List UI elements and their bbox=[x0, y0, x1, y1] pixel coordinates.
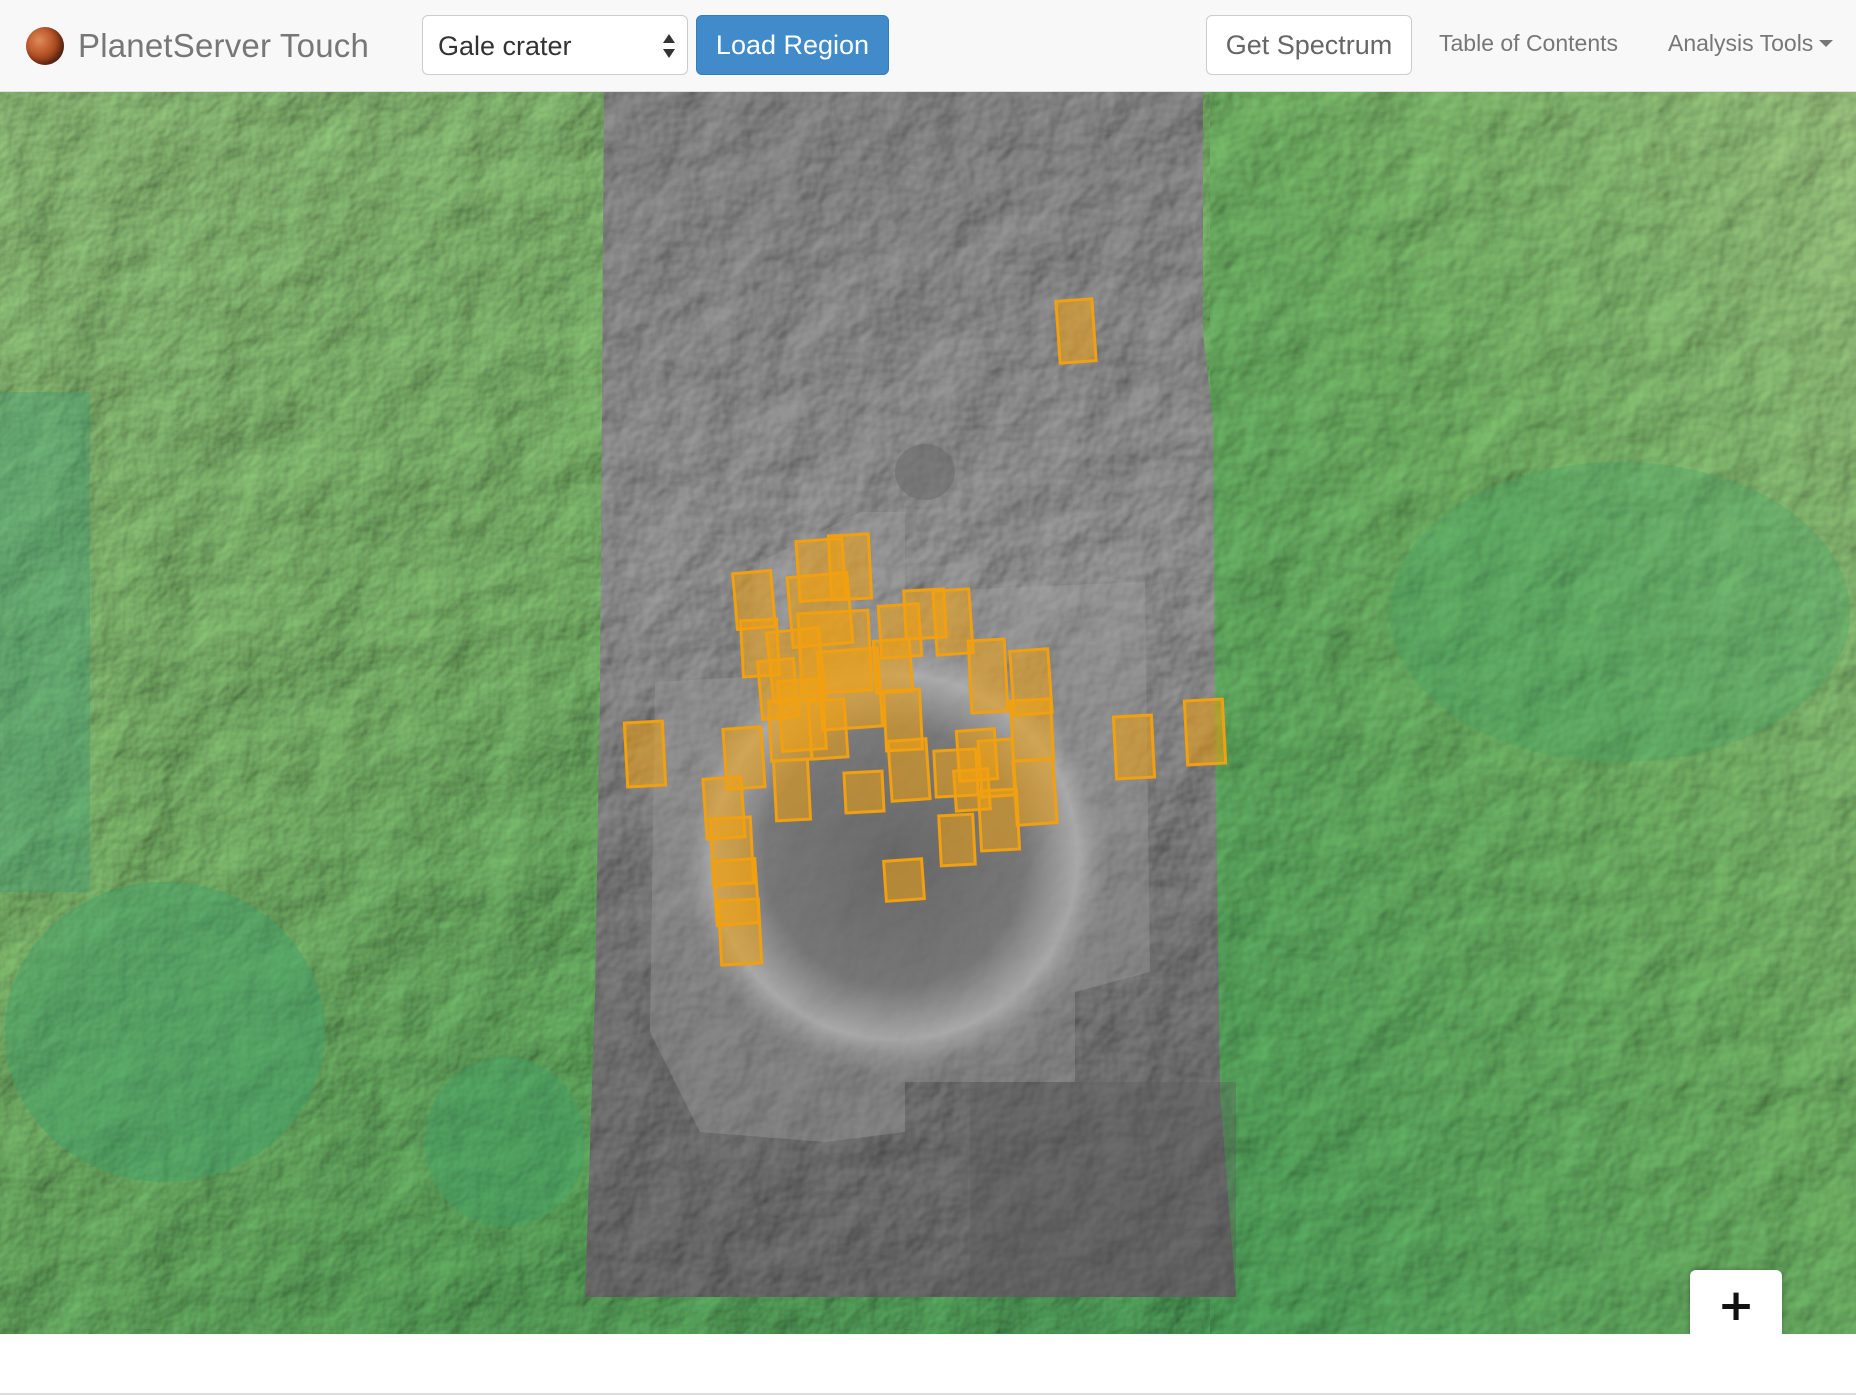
observation-footprint[interactable] bbox=[937, 812, 977, 868]
observation-footprint[interactable] bbox=[882, 857, 926, 903]
observation-footprint[interactable] bbox=[1182, 697, 1228, 767]
observation-footprint[interactable] bbox=[871, 637, 915, 695]
load-region-button[interactable]: Load Region bbox=[696, 15, 889, 75]
navbar: PlanetServer Touch Gale crater Load Regi… bbox=[0, 0, 1856, 92]
observation-footprint[interactable] bbox=[806, 697, 850, 761]
observation-footprint[interactable] bbox=[1008, 697, 1056, 763]
get-spectrum-button[interactable]: Get Spectrum bbox=[1206, 15, 1412, 75]
observation-footprint[interactable] bbox=[1111, 713, 1157, 781]
observation-footprint[interactable] bbox=[1054, 297, 1098, 365]
basin-west bbox=[5, 882, 325, 1182]
footer-divider bbox=[0, 1393, 1856, 1395]
observation-footprint[interactable] bbox=[766, 697, 814, 763]
brand-title: PlanetServer Touch bbox=[78, 27, 369, 64]
basin-southwest bbox=[425, 1057, 585, 1227]
select-arrows-icon bbox=[663, 34, 675, 58]
caret-down-icon bbox=[1819, 40, 1834, 47]
observation-footprint[interactable] bbox=[1011, 757, 1059, 827]
observation-footprint[interactable] bbox=[716, 897, 764, 967]
brand[interactable]: PlanetServer Touch bbox=[26, 22, 369, 70]
map-canvas[interactable]: + − bbox=[0, 92, 1856, 1334]
mars-planet-icon bbox=[26, 27, 64, 65]
observation-footprint[interactable] bbox=[842, 769, 886, 815]
lowland-east bbox=[1390, 462, 1850, 762]
table-of-contents-link[interactable]: Table of Contents bbox=[1439, 30, 1618, 57]
analysis-tools-menu[interactable]: Analysis Tools bbox=[1668, 30, 1834, 57]
lowland-west bbox=[0, 392, 90, 892]
small-crater bbox=[895, 444, 955, 500]
observation-footprint[interactable] bbox=[966, 637, 1010, 715]
zoom-in-button[interactable]: + bbox=[1690, 1270, 1782, 1334]
observation-footprint[interactable] bbox=[886, 737, 932, 803]
map-layers bbox=[0, 92, 1856, 1334]
analysis-tools-label: Analysis Tools bbox=[1668, 30, 1814, 56]
observation-footprint[interactable] bbox=[622, 719, 668, 789]
observation-footprint[interactable] bbox=[952, 767, 992, 813]
region-select[interactable]: Gale crater bbox=[422, 15, 688, 75]
zoom-control: + − bbox=[1690, 1270, 1782, 1334]
observation-footprint[interactable] bbox=[771, 757, 813, 823]
region-select-value: Gale crater bbox=[438, 31, 572, 61]
mosaic-tile-darker bbox=[970, 1082, 1236, 1297]
